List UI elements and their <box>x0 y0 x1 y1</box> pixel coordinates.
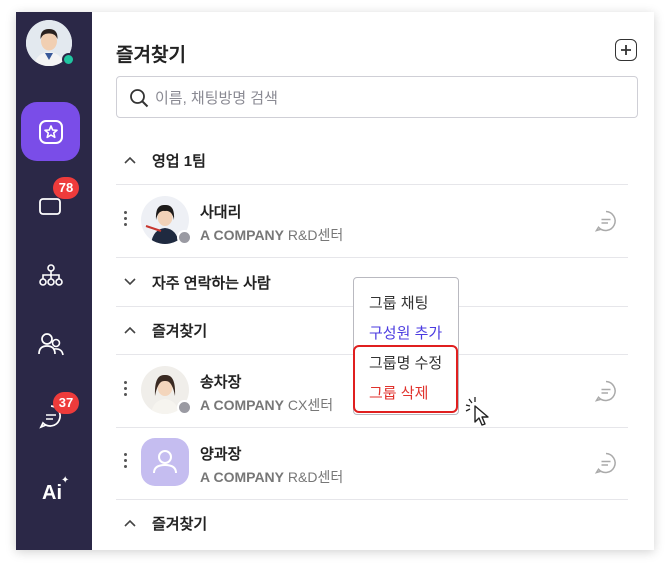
org-chart-icon <box>38 263 63 286</box>
divider <box>116 499 628 500</box>
ai-sparkle-icon: ✦ <box>61 475 70 486</box>
more-icon[interactable] <box>124 211 128 226</box>
contact-dept: A COMPANY R&D센터 <box>200 227 344 243</box>
nav-organization[interactable] <box>21 245 80 304</box>
group-label: 즐겨찾기 <box>152 515 208 533</box>
app-window: 78 37 Ai ✦ 즐겨찾기 이름, 채팅방명 검색 영업 1팀 사대리 A … <box>16 12 654 550</box>
menu-item-add-member[interactable]: 구성원 추가 <box>369 322 442 343</box>
more-icon[interactable] <box>124 381 128 396</box>
nav-favorites[interactable] <box>21 102 80 161</box>
contact-dept: A COMPANY CX센터 <box>200 397 334 413</box>
chat-bubble-icon[interactable] <box>594 451 618 480</box>
online-status-dot <box>62 53 75 66</box>
menu-item-group-chat[interactable]: 그룹 채팅 <box>369 292 428 313</box>
chat-rooms-badge: 78 <box>53 177 79 199</box>
search-input[interactable] <box>155 87 625 109</box>
contact-name: 양과장 <box>200 446 242 463</box>
search-box <box>116 76 638 118</box>
chevron-up-icon <box>124 326 138 334</box>
chevron-up-icon <box>124 519 138 527</box>
ai-icon[interactable]: Ai <box>42 482 62 505</box>
group-header[interactable]: 즐겨찾기 <box>116 501 628 545</box>
plus-icon <box>621 45 631 55</box>
more-icon[interactable] <box>124 453 128 468</box>
group-label: 자주 연락하는 사람 <box>152 274 271 292</box>
contact-dept: A COMPANY R&D센터 <box>200 469 344 485</box>
chat-bubble-icon[interactable] <box>594 379 618 408</box>
contact-name: 사대리 <box>200 204 242 221</box>
chat-bubble-icon[interactable] <box>594 209 618 238</box>
nav-people[interactable] <box>21 314 80 373</box>
click-cursor-icon <box>464 396 494 431</box>
avatar-placeholder <box>141 438 189 486</box>
divider <box>116 257 628 258</box>
list-item[interactable]: 사대리 A COMPANY R&D센터 <box>116 185 628 257</box>
add-group-button[interactable] <box>615 39 637 61</box>
list-item[interactable]: 양과장 A COMPANY R&D센터 <box>116 427 628 499</box>
person-icon <box>153 450 177 474</box>
highlight-box <box>353 345 458 413</box>
contact-name: 송차장 <box>200 374 242 391</box>
group-header[interactable]: 영업 1팀 <box>116 138 628 182</box>
page-title: 즐겨찾기 <box>116 45 186 66</box>
offline-status-dot <box>177 400 192 415</box>
chevron-up-icon <box>124 156 138 164</box>
people-icon <box>37 332 64 355</box>
messages-badge: 37 <box>53 392 79 414</box>
offline-status-dot <box>177 230 192 245</box>
star-icon <box>38 119 63 144</box>
sidebar: 78 37 Ai ✦ <box>16 12 92 550</box>
group-label: 즐겨찾기 <box>152 322 208 340</box>
search-icon <box>129 88 149 113</box>
chevron-down-icon <box>124 278 138 286</box>
group-label: 영업 1팀 <box>152 152 206 170</box>
